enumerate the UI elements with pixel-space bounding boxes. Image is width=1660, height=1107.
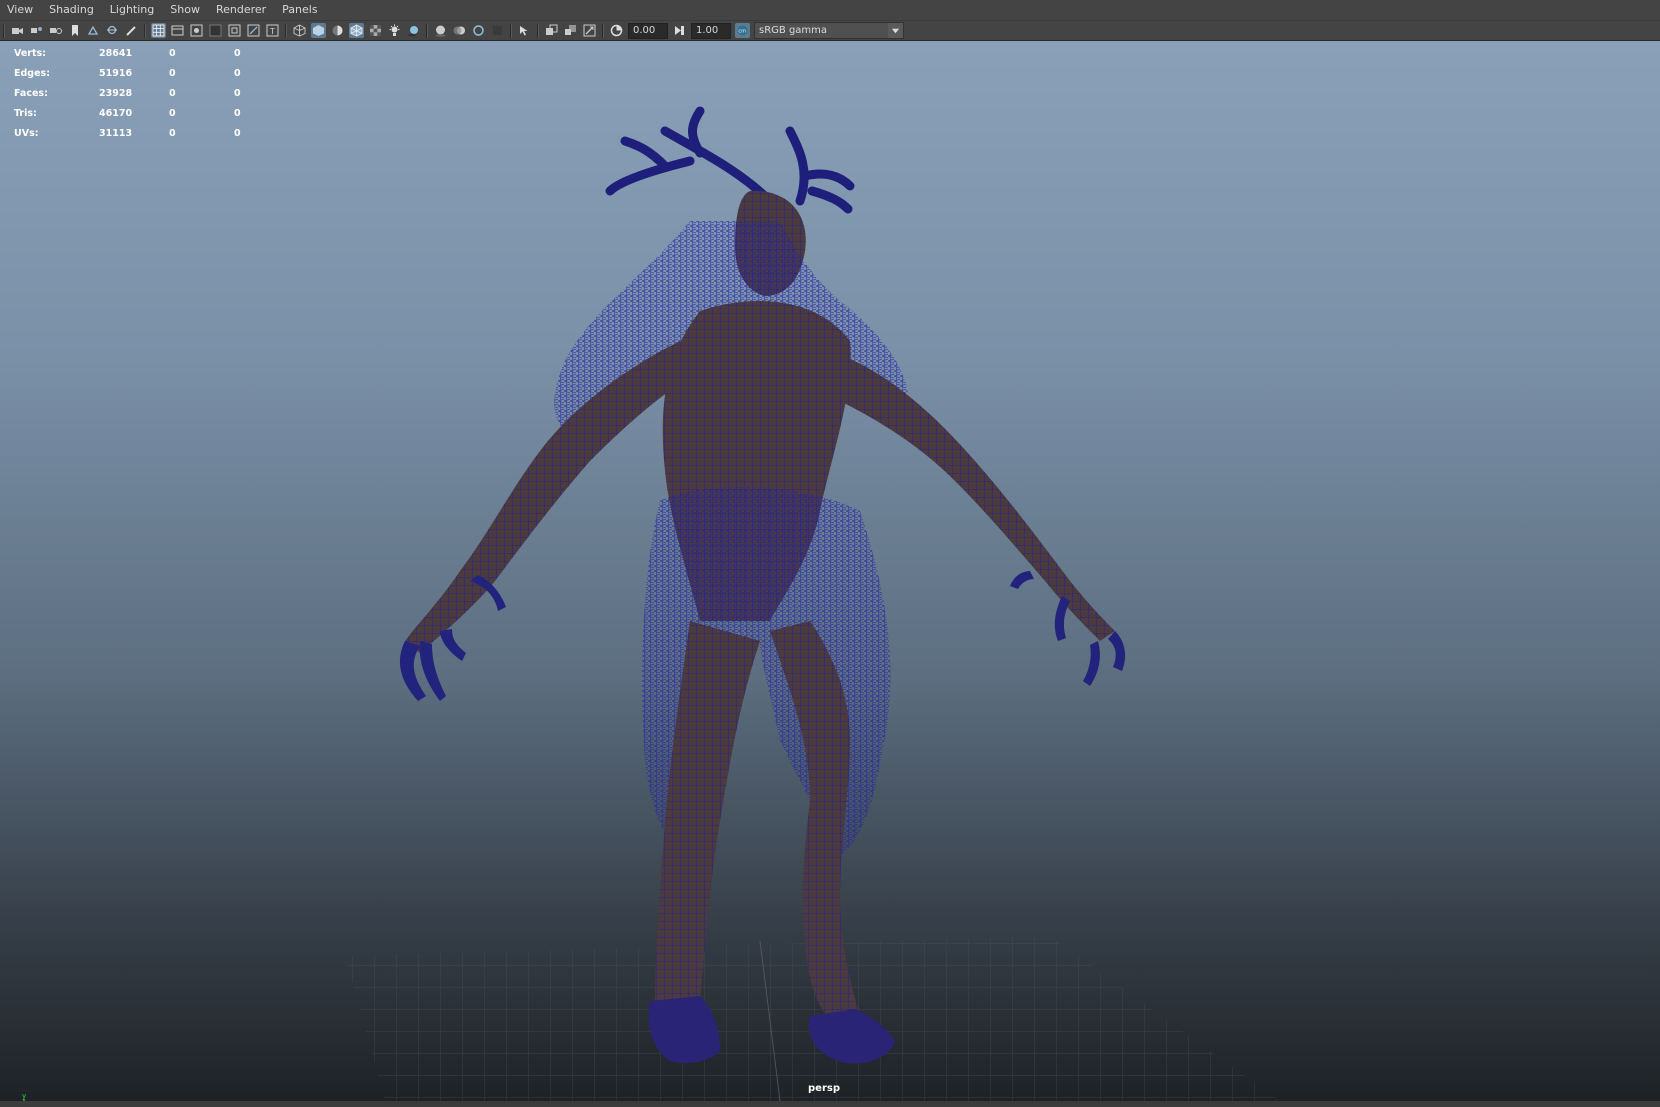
toolbar-separator <box>144 23 146 38</box>
resolution-gate-icon[interactable] <box>189 23 204 38</box>
isolate-select-icon[interactable] <box>517 23 532 38</box>
toolbar-separator <box>510 23 512 38</box>
toolbar-separator <box>3 23 5 38</box>
wireframe-icon[interactable] <box>292 23 307 38</box>
film-gate-icon[interactable] <box>170 23 185 38</box>
hud-value: 28641 <box>99 47 133 59</box>
hud-label: Tris: <box>14 107 37 119</box>
field-chart-icon[interactable] <box>227 23 242 38</box>
hud-value: 23928 <box>99 87 133 99</box>
toolbar-separator <box>602 23 604 38</box>
menu-lighting[interactable]: Lighting <box>102 0 162 20</box>
gamma-field[interactable]: 1.00 <box>691 22 731 39</box>
exposure-icon[interactable] <box>609 23 624 38</box>
menu-view[interactable]: View <box>0 0 41 20</box>
depth-of-field-icon[interactable] <box>490 23 505 38</box>
bookmark-icon[interactable] <box>67 23 82 38</box>
image-plane-icon[interactable] <box>86 23 101 38</box>
hud-value: 0 <box>234 47 241 59</box>
camera-name-label: persp <box>808 1083 840 1094</box>
gate-mask-icon[interactable] <box>208 23 223 38</box>
hud-label: Verts: <box>14 47 46 59</box>
hud-value: 0 <box>169 47 176 59</box>
toolbar-separator <box>426 23 428 38</box>
toolbar-separator <box>537 23 539 38</box>
menu-shading[interactable]: Shading <box>41 0 102 20</box>
smooth-shade-icon[interactable] <box>311 23 326 38</box>
menu-show[interactable]: Show <box>162 0 208 20</box>
hud-row-edges: Edges: 51916 0 0 <box>14 63 254 83</box>
hud-value: 0 <box>234 127 241 139</box>
hud-row-verts: Verts: 28641 0 0 <box>14 43 254 63</box>
hud-value: 0 <box>234 107 241 119</box>
poly-count-hud: Verts: 28641 0 0 Edges: 51916 0 0 Faces:… <box>14 43 254 143</box>
two-d-pan-zoom-icon[interactable] <box>105 23 120 38</box>
color-space-value: sRGB gamma <box>759 25 828 36</box>
svg-text:cm: cm <box>738 29 746 35</box>
exposure-field[interactable]: 0.00 <box>628 22 668 39</box>
color-management-icon[interactable]: cm <box>735 23 750 38</box>
grid-icon[interactable] <box>151 23 166 38</box>
hud-row-tris: Tris: 46170 0 0 <box>14 103 254 123</box>
camera-icon[interactable] <box>10 23 25 38</box>
chevron-down-icon <box>888 23 903 38</box>
perspective-viewport[interactable]: Verts: 28641 0 0 Edges: 51916 0 0 Faces:… <box>0 41 1660 1101</box>
panel-toolbar: T 0.00 1.00 cm sRGB gamma <box>0 21 1660 41</box>
toolbar-separator <box>285 23 287 38</box>
safe-title-icon[interactable]: T <box>265 23 280 38</box>
shadows-icon[interactable] <box>406 23 421 38</box>
hud-label: Faces: <box>14 87 48 99</box>
panel-menu-bar: View Shading Lighting Show Renderer Pane… <box>0 0 1660 21</box>
motion-blur-icon[interactable] <box>452 23 467 38</box>
hud-label: Edges: <box>14 67 50 79</box>
ambient-occlusion-icon[interactable] <box>433 23 448 38</box>
hud-value: 46170 <box>99 107 133 119</box>
menu-renderer[interactable]: Renderer <box>208 0 274 20</box>
color-space-dropdown[interactable]: sRGB gamma <box>754 22 904 39</box>
svg-text:T: T <box>269 27 275 36</box>
safe-action-icon[interactable] <box>246 23 261 38</box>
axis-y-label: y <box>22 1092 26 1100</box>
hud-row-faces: Faces: 23928 0 0 <box>14 83 254 103</box>
hud-value: 0 <box>169 107 176 119</box>
anti-alias-icon[interactable] <box>471 23 486 38</box>
hud-value: 51916 <box>99 67 133 79</box>
textured-icon[interactable] <box>368 23 383 38</box>
default-material-icon[interactable] <box>330 23 345 38</box>
xray-icon[interactable] <box>544 23 559 38</box>
lights-icon[interactable] <box>387 23 402 38</box>
hud-value: 31113 <box>99 127 133 139</box>
gamma-icon[interactable] <box>672 23 687 38</box>
hud-label: UVs: <box>14 127 39 139</box>
wireframe-on-shaded-icon[interactable] <box>349 23 364 38</box>
hud-row-uvs: UVs: 31113 0 0 <box>14 123 254 143</box>
antlers <box>605 106 855 214</box>
xray-components-icon[interactable] <box>582 23 597 38</box>
grease-pencil-icon[interactable] <box>124 23 139 38</box>
creature-model <box>399 106 1126 1064</box>
camera-tools-icon[interactable] <box>48 23 63 38</box>
hud-value: 0 <box>234 67 241 79</box>
view-axis-indicator: y x <box>22 1092 26 1101</box>
xray-joints-icon[interactable] <box>563 23 578 38</box>
hud-value: 0 <box>169 127 176 139</box>
hud-value: 0 <box>234 87 241 99</box>
bottom-border <box>0 1101 1660 1107</box>
hud-value: 0 <box>169 87 176 99</box>
menu-panels[interactable]: Panels <box>274 0 325 20</box>
scene-canvas[interactable] <box>0 41 1660 1101</box>
camera-attributes-icon[interactable] <box>29 23 44 38</box>
hud-value: 0 <box>169 67 176 79</box>
